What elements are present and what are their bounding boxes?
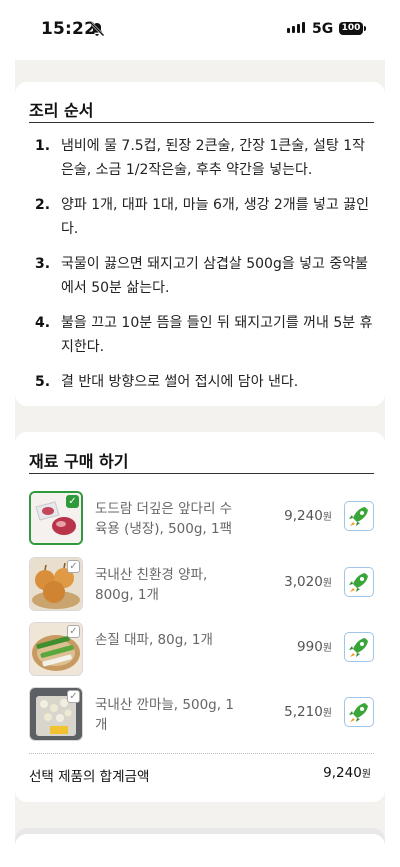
green-onion-image[interactable]: ✓ <box>29 622 83 676</box>
step-text: 불을 끄고 10분 뜸을 들인 뒤 돼지고기를 꺼내 5분 휴지한다. <box>61 315 373 355</box>
title-divider <box>29 473 374 474</box>
status-time: 15:22 <box>41 19 97 39</box>
rocket-icon <box>349 703 368 722</box>
currency-unit: 원 <box>322 578 332 589</box>
recipe-steps-title: 조리 순서 <box>29 101 94 120</box>
next-card-peek <box>15 828 385 867</box>
product-row[interactable]: ✓ 국내산 깐마늘, 500g, 1개 5,210원 <box>29 687 374 743</box>
currency-unit: 원 <box>322 708 332 719</box>
recipe-step: 4. 불을 끄고 10분 뜸을 들인 뒤 돼지고기를 꺼내 5분 휴지한다. <box>29 311 374 359</box>
title-divider <box>29 122 374 123</box>
recipe-step: 3. 국물이 끓으면 돼지고기 삼겹살 500g을 넣고 중약불에서 50분 삶는… <box>29 252 374 300</box>
step-text: 국물이 끓으면 돼지고기 삼겹살 500g을 넣고 중약불에서 50분 삶는다. <box>61 256 369 296</box>
select-checkbox[interactable]: ✓ <box>67 625 80 638</box>
select-checkbox[interactable]: ✓ <box>66 495 79 508</box>
silent-bell-icon <box>90 22 105 37</box>
rocket-icon <box>349 507 368 526</box>
product-price: 5,210원 <box>284 704 332 720</box>
rocket-icon <box>349 573 368 592</box>
recipe-step: 5. 결 반대 방향으로 썰어 접시에 담아 낸다. <box>29 370 374 394</box>
product-name: 국내산 깐마늘, 500g, 1개 <box>95 697 234 733</box>
currency-unit: 원 <box>361 769 371 780</box>
network-type: 5G <box>312 21 334 37</box>
signal-strength-icon <box>287 22 305 33</box>
product-name: 도드람 더깊은 앞다리 수육용 (냉장), 500g, 1팩 <box>95 501 233 537</box>
battery-icon: 100 <box>339 22 366 35</box>
phone-screen: 15:22 5G 100 조리 순서 1. 냄비에 물 7.5컵, 된장 2큰술,… <box>15 0 385 867</box>
status-bar: 15:22 5G 100 <box>15 0 385 60</box>
pork-meat-image[interactable]: ✓ <box>29 491 83 545</box>
select-checkbox[interactable]: ✓ <box>67 690 80 703</box>
total-amount: 9,240 <box>323 765 362 781</box>
rocket-delivery-button[interactable] <box>344 632 374 662</box>
rocket-delivery-button[interactable] <box>344 567 374 597</box>
total-divider <box>29 753 374 754</box>
total-value: 9,240원 <box>323 765 371 781</box>
currency-unit: 원 <box>322 512 332 523</box>
product-name: 손질 대파, 80g, 1개 <box>95 632 213 648</box>
step-text: 양파 1개, 대파 1대, 마늘 6개, 생강 2개를 넣고 끓인다. <box>61 197 369 237</box>
step-number: 5. <box>35 374 51 390</box>
price-value: 990 <box>297 639 323 655</box>
recipe-steps-card: 조리 순서 1. 냄비에 물 7.5컵, 된장 2큰술, 간장 1큰술, 설탕 1… <box>15 82 385 406</box>
select-checkbox[interactable]: ✓ <box>67 560 80 573</box>
rocket-delivery-button[interactable] <box>344 501 374 531</box>
product-row[interactable]: ✓ 국내산 친환경 양파, 800g, 1개 3,020원 <box>29 557 374 613</box>
recipe-step: 1. 냄비에 물 7.5컵, 된장 2큰술, 간장 1큰술, 설탕 1작은술, 소… <box>29 134 374 182</box>
onion-image[interactable]: ✓ <box>29 557 83 611</box>
step-number: 4. <box>35 315 51 331</box>
rocket-delivery-button[interactable] <box>344 697 374 727</box>
product-price: 990원 <box>297 639 332 655</box>
step-text: 냄비에 물 7.5컵, 된장 2큰술, 간장 1큰술, 설탕 1작은술, 소금 … <box>61 138 366 178</box>
recipe-steps-list: 1. 냄비에 물 7.5컵, 된장 2큰술, 간장 1큰술, 설탕 1작은술, 소… <box>29 134 374 405</box>
price-value: 9,240 <box>284 508 323 524</box>
price-value: 5,210 <box>284 704 323 720</box>
product-row[interactable]: ✓ 손질 대파, 80g, 1개 990원 <box>29 622 374 678</box>
total-label: 선택 제품의 합계금액 <box>29 769 150 785</box>
product-row[interactable]: ✓ 도드람 더깊은 앞다리 수육용 (냉장), 500g, 1팩 9,240원 <box>29 491 374 547</box>
product-price: 3,020원 <box>284 574 332 590</box>
garlic-image[interactable]: ✓ <box>29 687 83 741</box>
product-price: 9,240원 <box>284 508 332 524</box>
purchase-title: 재료 구매 하기 <box>29 452 129 471</box>
recipe-step: 2. 양파 1개, 대파 1대, 마늘 6개, 생강 2개를 넣고 끓인다. <box>29 193 374 241</box>
step-number: 3. <box>35 256 51 272</box>
rocket-icon <box>349 638 368 657</box>
step-number: 2. <box>35 197 51 213</box>
step-number: 1. <box>35 138 51 154</box>
step-text: 결 반대 방향으로 썰어 접시에 담아 낸다. <box>61 374 299 390</box>
product-name: 국내산 친환경 양파, 800g, 1개 <box>95 567 208 603</box>
currency-unit: 원 <box>322 643 332 654</box>
ingredient-purchase-card: 재료 구매 하기 ✓ 도드람 더깊은 앞다리 수육용 (냉장), 500g, 1… <box>15 432 385 802</box>
price-value: 3,020 <box>284 574 323 590</box>
